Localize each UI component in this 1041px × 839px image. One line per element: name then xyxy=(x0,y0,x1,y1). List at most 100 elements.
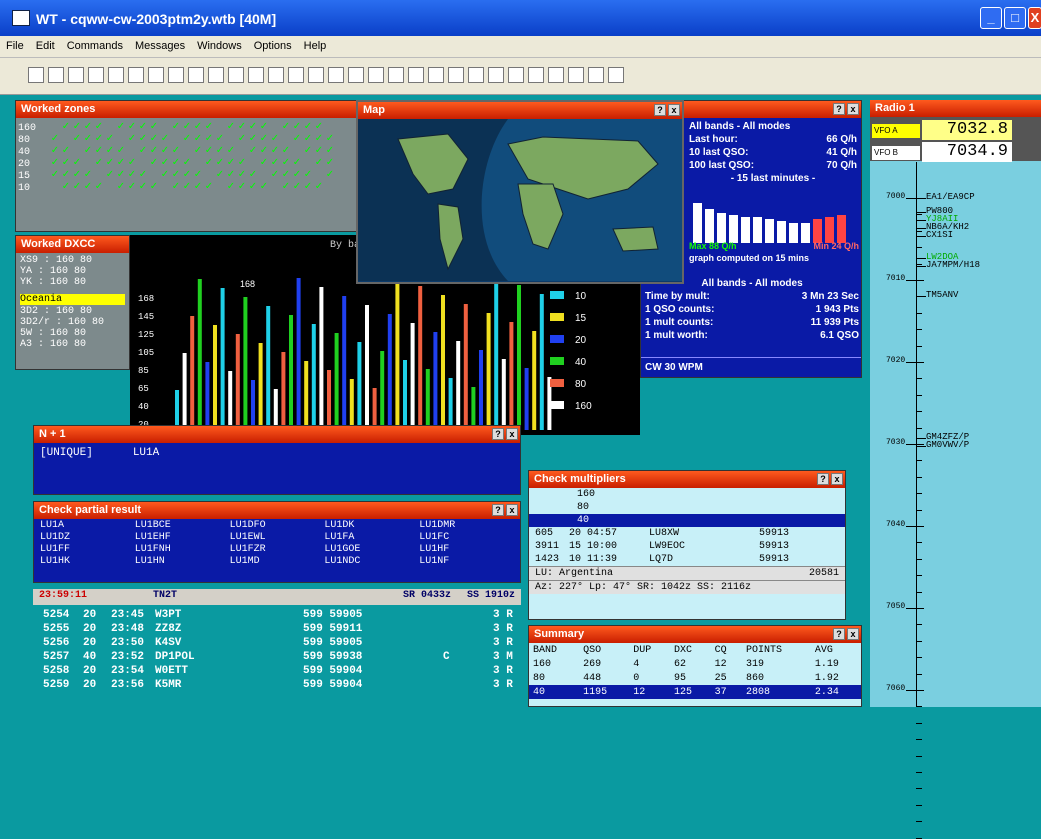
toolbar-icon[interactable] xyxy=(308,67,324,83)
menu-messages[interactable]: Messages xyxy=(129,36,191,52)
mult-band-selected[interactable]: 40 xyxy=(529,514,845,527)
partial-call[interactable]: LU1A xyxy=(40,520,135,532)
partial-call[interactable]: LU1HK xyxy=(40,556,135,568)
toolbar-icon[interactable] xyxy=(448,67,464,83)
partial-call[interactable]: LU1NF xyxy=(419,556,514,568)
toolbar-icon[interactable] xyxy=(368,67,384,83)
toolbar-icon[interactable] xyxy=(588,67,604,83)
toolbar-icon[interactable] xyxy=(488,67,504,83)
toolbar-icon[interactable] xyxy=(88,67,104,83)
help-icon[interactable]: ? xyxy=(833,103,845,115)
partial-call[interactable]: LU1NDC xyxy=(324,556,419,568)
toolbar-icon[interactable] xyxy=(528,67,544,83)
help-icon[interactable]: ? xyxy=(654,104,666,116)
help-icon[interactable]: ? xyxy=(492,504,504,516)
mult-row[interactable]: 605 20 04:57 LU8XW 59913 xyxy=(529,527,845,540)
menu-options[interactable]: Options xyxy=(248,36,298,52)
menu-windows[interactable]: Windows xyxy=(191,36,248,52)
menu-commands[interactable]: Commands xyxy=(61,36,129,52)
partial-call[interactable]: LU1GOE xyxy=(324,544,419,556)
help-icon[interactable]: ? xyxy=(492,428,504,440)
spot-call[interactable]: EA1/EA9CP xyxy=(926,192,975,202)
toolbar-icon[interactable] xyxy=(168,67,184,83)
log-row[interactable]: 5257 40 23:52 DP1POL 599 59938 C 3 M xyxy=(33,650,521,664)
summary-titlebar[interactable]: Summary? x xyxy=(529,626,861,643)
partial-call[interactable]: LU1DFO xyxy=(230,520,325,532)
partial-call[interactable]: LU1MD xyxy=(230,556,325,568)
worked-zones-titlebar[interactable]: Worked zones xyxy=(16,101,359,118)
toolbar-icon[interactable] xyxy=(268,67,284,83)
partial-call[interactable]: LU1BCE xyxy=(135,520,230,532)
help-icon[interactable]: ? xyxy=(817,473,829,485)
close-icon[interactable]: x xyxy=(831,473,843,485)
log-row[interactable]: 5259 20 23:56 K5MR 599 59904 3 R xyxy=(33,678,521,692)
summary-row[interactable]: 160 269 4 62 12 319 1.19 xyxy=(529,657,861,671)
close-icon[interactable]: x xyxy=(506,504,518,516)
partial-call[interactable]: LU1FC xyxy=(419,532,514,544)
worked-dxcc-titlebar[interactable]: Worked DXCC xyxy=(16,236,129,253)
partial-call[interactable]: LU1DK xyxy=(324,520,419,532)
close-icon[interactable]: x xyxy=(668,104,680,116)
close-icon[interactable]: x xyxy=(847,628,859,640)
log-row[interactable]: 5258 20 23:54 W0ETT 599 59904 3 R xyxy=(33,664,521,678)
spot-call[interactable]: TM5ANV xyxy=(926,290,958,300)
toolbar-icon[interactable] xyxy=(248,67,264,83)
partial-call[interactable]: LU1FF xyxy=(40,544,135,556)
close-icon[interactable]: x xyxy=(506,428,518,440)
qso-log[interactable]: 5254 20 23:45 W3PT 599 59905 3 R 5255 20 23:48 ZZ… xyxy=(33,608,521,707)
toolbar-icon[interactable] xyxy=(68,67,84,83)
toolbar-icon[interactable] xyxy=(548,67,564,83)
check-partial-titlebar[interactable]: Check partial result? x xyxy=(34,502,520,519)
radio-titlebar[interactable]: Radio 1 xyxy=(870,100,1041,117)
partial-call[interactable]: LU1FZR xyxy=(230,544,325,556)
n1-titlebar[interactable]: N + 1? x xyxy=(34,426,520,443)
help-icon[interactable]: ? xyxy=(833,628,845,640)
partial-call[interactable]: LU1EWL xyxy=(230,532,325,544)
toolbar-icon[interactable] xyxy=(188,67,204,83)
vfo-a-display[interactable]: 7032.8 xyxy=(922,120,1012,140)
spot-call[interactable]: GM0VWV/P xyxy=(926,440,969,450)
mult-row[interactable]: 1423 10 11:39 LQ7D 59913 xyxy=(529,553,845,566)
mult-row[interactable]: 3911 15 10:00 LW9EOC 59913 xyxy=(529,540,845,553)
toolbar-icon[interactable] xyxy=(148,67,164,83)
toolbar-icon[interactable] xyxy=(508,67,524,83)
spot-call[interactable]: CX1SI xyxy=(926,230,953,240)
toolbar-icon[interactable] xyxy=(568,67,584,83)
toolbar-icon[interactable] xyxy=(28,67,44,83)
toolbar-icon[interactable] xyxy=(48,67,64,83)
close-button[interactable]: X xyxy=(1028,7,1041,29)
partial-call[interactable]: LU1EHF xyxy=(135,532,230,544)
toolbar-icon[interactable] xyxy=(228,67,244,83)
toolbar-icon[interactable] xyxy=(388,67,404,83)
partial-call[interactable]: LU1DZ xyxy=(40,532,135,544)
toolbar-icon[interactable] xyxy=(208,67,224,83)
spot-call[interactable]: JA7MPM/H18 xyxy=(926,260,980,270)
toolbar-icon[interactable] xyxy=(288,67,304,83)
menu-edit[interactable]: Edit xyxy=(30,36,61,52)
log-row[interactable]: 5255 20 23:48 ZZ8Z 599 59911 3 R xyxy=(33,622,521,636)
menu-help[interactable]: Help xyxy=(298,36,333,52)
partial-call[interactable]: LU1FA xyxy=(324,532,419,544)
summary-row[interactable]: 80 448 0 95 25 860 1.92 xyxy=(529,671,861,685)
summary-row[interactable]: 40 1195 12 125 37 2808 2.34 xyxy=(529,685,861,699)
toolbar-icon[interactable] xyxy=(128,67,144,83)
toolbar-icon[interactable] xyxy=(408,67,424,83)
partial-call[interactable]: LU1HN xyxy=(135,556,230,568)
log-row[interactable]: 5256 20 23:50 K4SV 599 59905 3 R xyxy=(33,636,521,650)
log-row[interactable]: 5254 20 23:45 W3PT 599 59905 3 R xyxy=(33,608,521,622)
minimize-button[interactable]: _ xyxy=(980,7,1002,29)
toolbar-icon[interactable] xyxy=(468,67,484,83)
toolbar-icon[interactable] xyxy=(608,67,624,83)
maximize-button[interactable]: □ xyxy=(1004,7,1026,29)
partial-call[interactable]: LU1FNH xyxy=(135,544,230,556)
partial-call[interactable]: LU1HF xyxy=(419,544,514,556)
menu-file[interactable]: File xyxy=(0,36,30,52)
check-mult-titlebar[interactable]: Check multipliers? x xyxy=(529,471,845,488)
vfo-b-display[interactable]: 7034.9 xyxy=(922,142,1012,162)
toolbar-icon[interactable] xyxy=(108,67,124,83)
toolbar-icon[interactable] xyxy=(328,67,344,83)
partial-call[interactable]: LU1DMR xyxy=(419,520,514,532)
toolbar-icon[interactable] xyxy=(348,67,364,83)
map-titlebar[interactable]: Map? x xyxy=(358,102,682,119)
close-icon[interactable]: x xyxy=(847,103,859,115)
